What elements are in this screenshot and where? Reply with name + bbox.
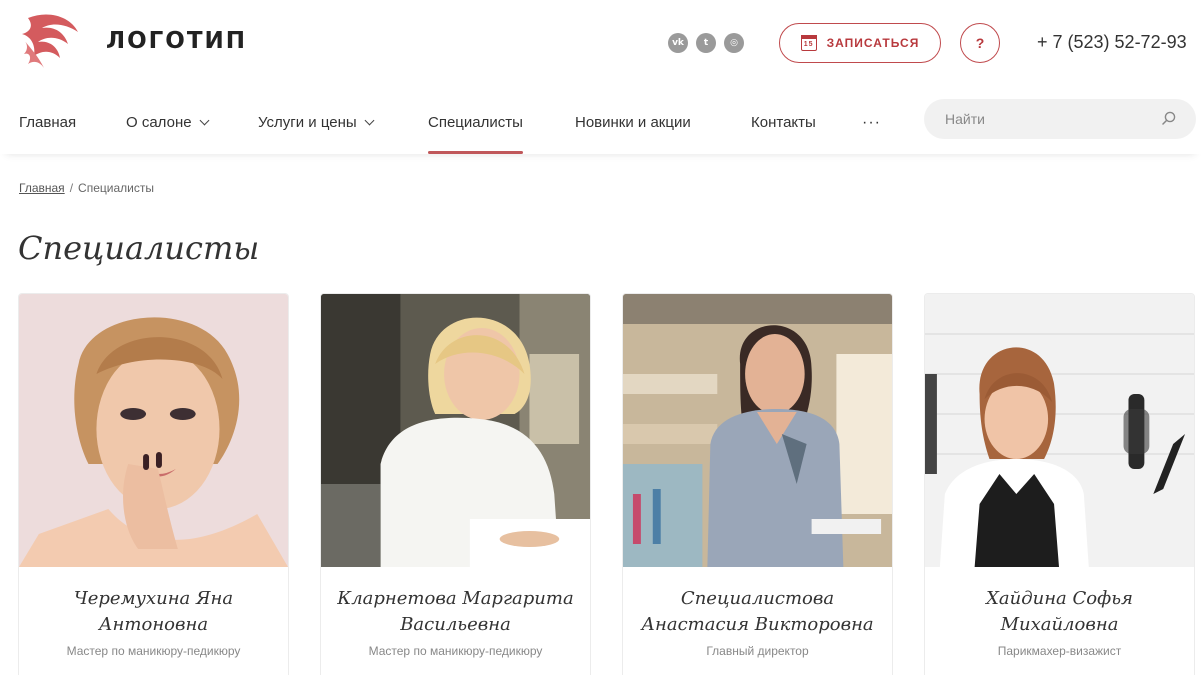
specialist-name-line: Черемухина Яна	[73, 588, 234, 609]
nav-item-home[interactable]: Главная	[19, 114, 76, 131]
logo-text: ЛОГОТИП	[106, 28, 248, 54]
specialist-role: Мастер по маникюру-педикюру	[368, 644, 543, 658]
logo-woman-profile-icon	[22, 14, 78, 68]
nav-item-services[interactable]: Услуги и цены	[258, 114, 375, 131]
specialist-name[interactable]: Кларнетова Маргарита Васильевна	[321, 586, 590, 638]
nav-item-label: Контакты	[751, 114, 816, 131]
specialist-card[interactable]: Хайдина Софья Михайловна Парикмахер-виза…	[924, 293, 1195, 675]
book-appointment-button[interactable]: 15 ЗАПИСАТЬСЯ	[779, 23, 941, 63]
breadcrumb-separator: /	[69, 181, 74, 195]
chevron-down-icon	[364, 115, 375, 126]
breadcrumb-home-link[interactable]: Главная	[19, 181, 65, 195]
page-title: Специалисты	[18, 229, 260, 267]
calendar-icon: 15	[800, 35, 817, 51]
breadcrumb: Главная / Специалисты	[19, 181, 154, 195]
help-button[interactable]: ?	[960, 23, 1000, 63]
nav-item-label: О салоне	[126, 114, 192, 131]
social-links: vk t ◎	[668, 33, 744, 53]
chevron-down-icon	[199, 115, 210, 126]
logo[interactable]: ЛОГОТИП	[18, 10, 245, 70]
specialist-role: Парикмахер-визажист	[997, 644, 1122, 658]
book-button-label: ЗАПИСАТЬСЯ	[826, 36, 920, 50]
specialist-photo[interactable]	[925, 294, 1194, 567]
specialist-photo[interactable]	[19, 294, 288, 567]
search-icon[interactable]	[1162, 111, 1176, 125]
nav-item-news[interactable]: Новинки и акции	[575, 114, 691, 131]
specialist-role: Главный директор	[706, 644, 809, 658]
breadcrumb-current: Специалисты	[78, 181, 154, 195]
specialist-card[interactable]: Специалистова Анастасия Викторовна Главн…	[622, 293, 893, 675]
specialist-name-line: Васильевна	[400, 614, 511, 635]
specialist-name[interactable]: Хайдина Софья Михайловна	[925, 586, 1194, 638]
nav-item-label: Специалисты	[428, 114, 523, 131]
main-nav: Главная О салоне Услуги и цены Специалис…	[0, 96, 1201, 154]
specialist-photo[interactable]	[623, 294, 892, 567]
specialist-name-line: Хайдина Софья	[986, 588, 1133, 609]
instagram-icon[interactable]: ◎	[724, 33, 744, 53]
nav-item-label: Услуги и цены	[258, 114, 357, 131]
specialist-name-line: Кларнетова Маргарита	[337, 588, 574, 609]
twitter-icon[interactable]: t	[696, 33, 716, 53]
vk-icon[interactable]: vk	[668, 33, 688, 53]
nav-item-label: Новинки и акции	[575, 114, 691, 131]
specialist-name-line: Специалистова	[680, 588, 835, 609]
specialist-card[interactable]: Кларнетова Маргарита Васильевна Мастер п…	[320, 293, 591, 675]
nav-item-about[interactable]: О салоне	[126, 114, 210, 131]
specialist-name[interactable]: Специалистова Анастасия Викторовна	[623, 586, 892, 638]
specialist-card[interactable]: Черемухина Яна Антоновна Мастер по маник…	[18, 293, 289, 675]
specialist-name-line: Михайловна	[1000, 614, 1119, 635]
nav-item-contacts[interactable]: Контакты	[751, 114, 816, 131]
nav-item-label: Главная	[19, 114, 77, 131]
specialist-name-line: Анастасия Викторовна	[641, 614, 874, 635]
specialist-photo[interactable]	[321, 294, 590, 567]
search-box	[924, 99, 1196, 139]
nav-item-specialists[interactable]: Специалисты	[428, 114, 523, 154]
search-input[interactable]	[924, 99, 1144, 139]
phone-number[interactable]: + 7 (523) 52-72-93	[1037, 32, 1187, 53]
more-menu-button[interactable]: ···	[862, 114, 881, 132]
specialist-role: Мастер по маникюру-педикюру	[66, 644, 241, 658]
specialist-name[interactable]: Черемухина Яна Антоновна	[19, 586, 288, 638]
specialist-name-line: Антоновна	[98, 614, 209, 635]
